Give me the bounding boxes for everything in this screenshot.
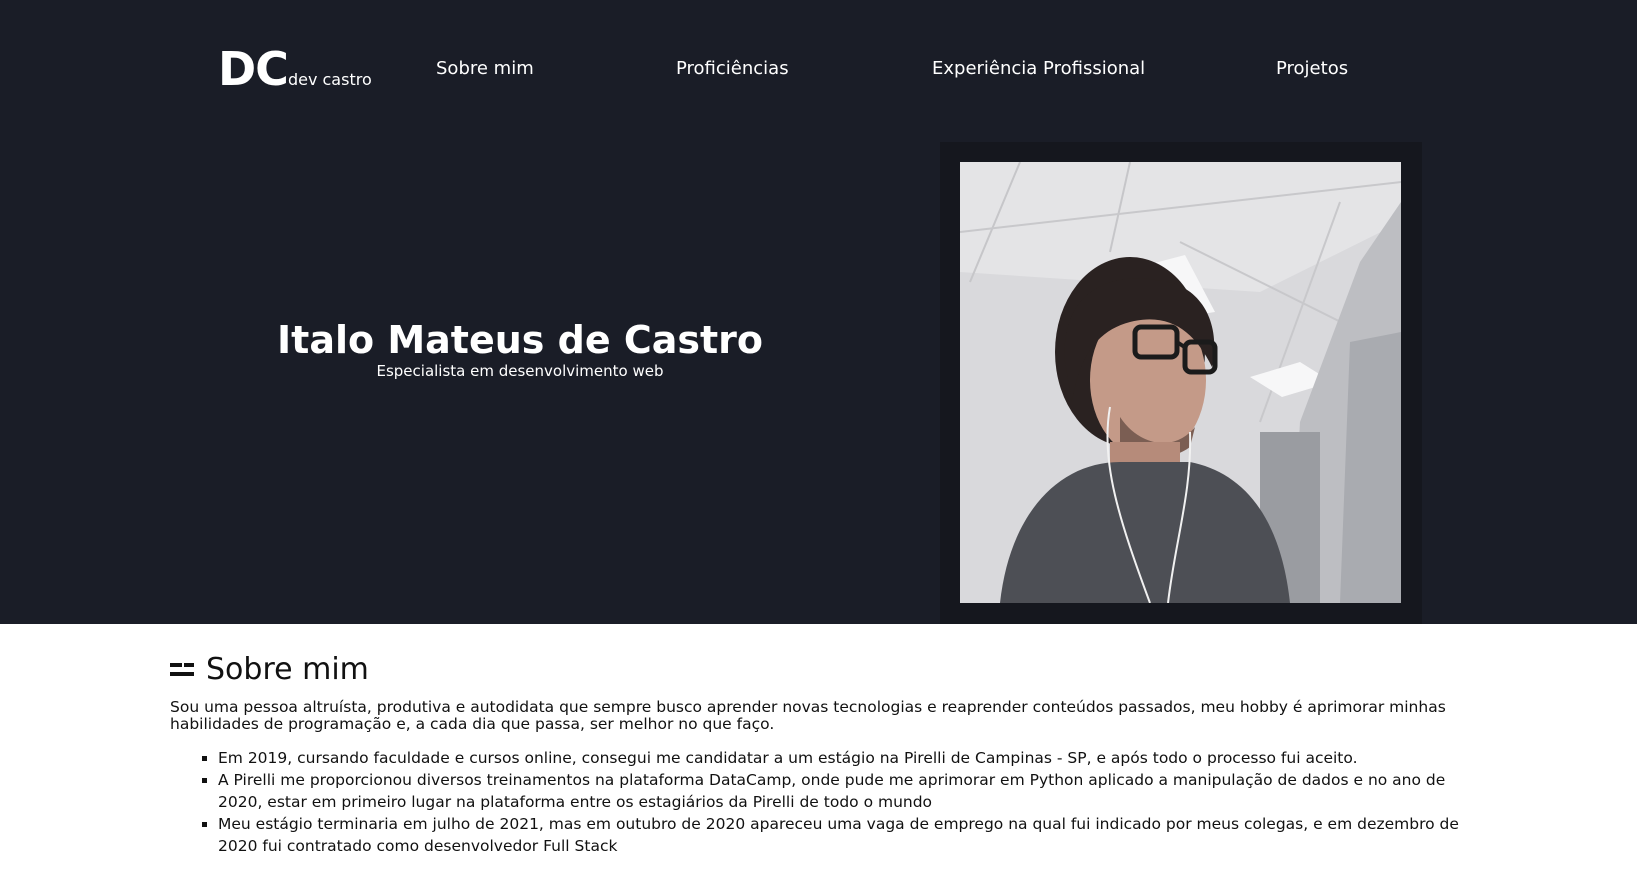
nav-link-sobre-mim[interactable]: Sobre mim xyxy=(436,58,534,79)
about-list: Em 2019, cursando faculdade e cursos onl… xyxy=(218,747,1470,857)
about-title: Sobre mim xyxy=(170,652,1470,687)
profile-photo xyxy=(960,162,1401,603)
nav-link-experiencia[interactable]: Experiência Profissional xyxy=(932,58,1145,79)
about-section: Sobre mim Sou uma pessoa altruísta, prod… xyxy=(170,652,1470,857)
about-intro: Sou uma pessoa altruísta, produtiva e au… xyxy=(170,698,1446,733)
nav-link-projetos[interactable]: Projetos xyxy=(1276,58,1348,79)
brand-initials: DC xyxy=(218,42,289,96)
section-marker-icon xyxy=(170,662,194,677)
nav-link-proficiencias[interactable]: Proficiências xyxy=(676,58,789,79)
brand-logo[interactable]: DC dev castro xyxy=(218,46,372,92)
profile-photo-frame xyxy=(940,142,1422,624)
hero-name: Italo Mateus de Castro xyxy=(277,318,763,362)
hero-section: DC dev castro Sobre mim Proficiências Ex… xyxy=(0,0,1637,624)
brand-name: dev castro xyxy=(287,70,372,89)
about-title-text: Sobre mim xyxy=(206,652,369,687)
list-item: Meu estágio terminaria em julho de 2021,… xyxy=(218,813,1470,857)
list-item: Em 2019, cursando faculdade e cursos onl… xyxy=(218,747,1470,769)
hero-role: Especialista em desenvolvimento web xyxy=(376,362,664,380)
list-item: A Pirelli me proporcionou diversos trein… xyxy=(218,769,1470,813)
